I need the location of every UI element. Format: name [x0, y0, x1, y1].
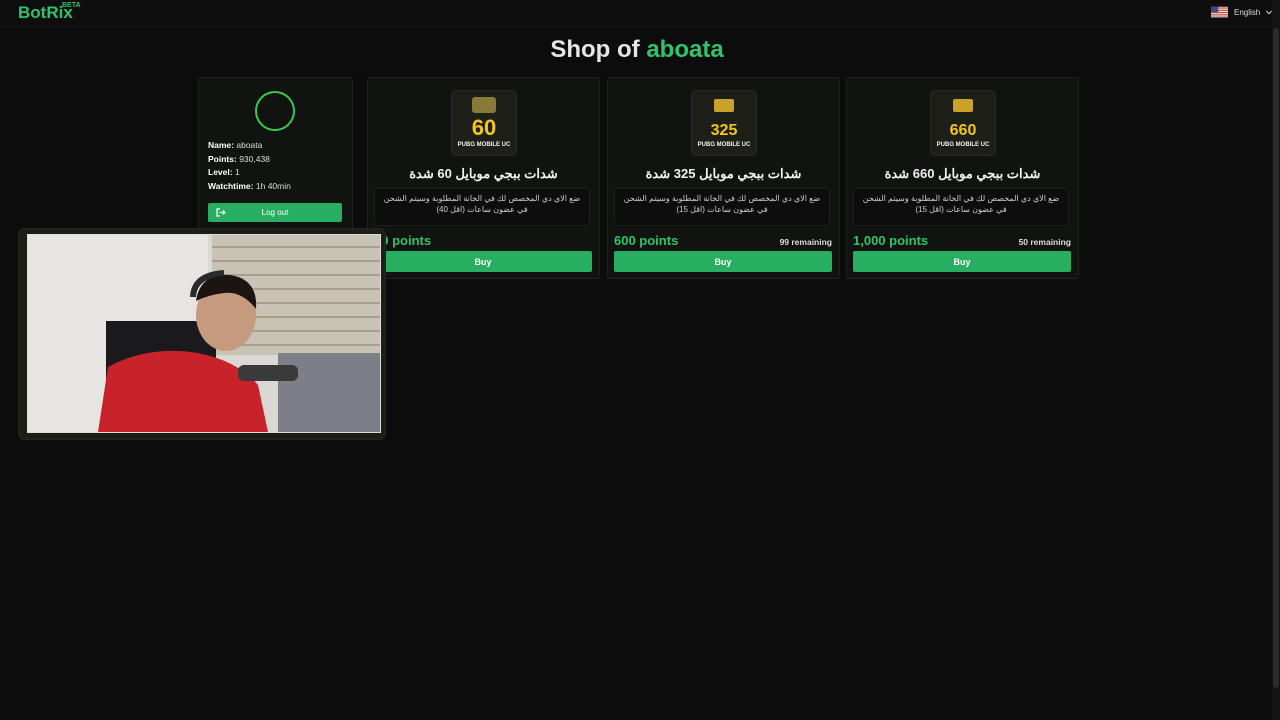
webcam-feed — [27, 234, 381, 433]
buy-button[interactable]: Buy — [853, 251, 1071, 272]
name-label: Name: — [208, 140, 234, 150]
pubg-uc-icon: 325 PUBG MOBILE UC — [692, 91, 756, 155]
shop-item-card: 60 PUBG MOBILE UC شدات ببجي موبايل 60 شد… — [367, 77, 600, 279]
buy-button[interactable]: Buy — [374, 251, 592, 272]
streamer-name: aboata — [646, 36, 724, 63]
item-price: 1,000 points — [853, 233, 929, 248]
item-remaining: 50 remaining — [1018, 237, 1071, 247]
item-description: ضع الاي دي المخصص لك في الخانة المطلوبة … — [614, 188, 830, 226]
item-price: 600 points — [614, 233, 679, 248]
item-thumbnail: 660 PUBG MOBILE UC — [930, 90, 996, 156]
watchtime-value: 1h 40min — [255, 180, 291, 191]
thumb-caption: PUBG MOBILE UC — [458, 142, 511, 148]
profile-panel: Name: aboata Points: 930,438 Level: 1 Wa… — [198, 77, 353, 231]
profile-watchtime-row: Watchtime: 1h 40min — [208, 180, 291, 194]
avatar — [255, 91, 295, 131]
language-selector[interactable]: English — [1211, 6, 1273, 18]
watchtime-label: Watchtime: — [208, 180, 254, 191]
thumb-caption: PUBG MOBILE UC — [937, 142, 990, 148]
profile-points-row: Points: 930,438 — [208, 153, 291, 167]
top-bar: BotRix BETA English — [0, 0, 1280, 27]
level-label: Level: — [208, 167, 233, 177]
logout-icon — [216, 208, 226, 217]
shop-item-card: 660 PUBG MOBILE UC شدات ببجي موبايل 660 … — [846, 77, 1079, 279]
thumb-amount: 660 — [950, 122, 977, 139]
level-value: 1 — [234, 167, 240, 177]
item-remaining: 99 remaining — [779, 237, 832, 247]
page-title: Shop of aboata — [0, 36, 1274, 64]
buy-button[interactable]: Buy — [614, 251, 832, 272]
logout-label: Log out — [261, 208, 289, 217]
item-description: ضع الاي دي المخصص لك في الخانة المطلوبة … — [853, 188, 1069, 226]
item-title: شدات ببجي موبايل 660 شدة — [884, 166, 1041, 181]
name-value: aboata — [236, 140, 263, 150]
item-thumbnail: 325 PUBG MOBILE UC — [691, 90, 757, 156]
thumb-amount: 60 — [472, 115, 496, 140]
webcam-overlay-frame — [18, 228, 386, 440]
logout-button[interactable]: Log out — [208, 203, 342, 222]
title-prefix: Shop of — [550, 36, 640, 63]
item-description: ضع الاي دي المخصص لك في الخانة المطلوبة … — [374, 188, 590, 226]
us-flag-icon — [1211, 6, 1228, 18]
scrollbar-thumb[interactable] — [1273, 28, 1279, 688]
page-scrollbar[interactable] — [1272, 0, 1280, 720]
beta-badge: BETA — [62, 2, 81, 9]
language-label: English — [1234, 7, 1261, 17]
thumb-caption: PUBG MOBILE UC — [698, 142, 751, 148]
points-value: 930,438 — [239, 153, 270, 164]
pubg-uc-icon: 660 PUBG MOBILE UC — [931, 91, 995, 155]
points-label: Points: — [208, 153, 237, 164]
profile-name-row: Name: aboata — [208, 139, 291, 153]
shop-item-card: 325 PUBG MOBILE UC شدات ببجي موبايل 325 … — [607, 77, 840, 279]
profile-level-row: Level: 1 — [208, 166, 291, 180]
item-title: شدات ببجي موبايل 60 شدة — [409, 166, 558, 181]
item-thumbnail: 60 PUBG MOBILE UC — [451, 90, 517, 156]
thumb-amount: 325 — [711, 122, 738, 139]
item-title: شدات ببجي موبايل 325 شدة — [645, 166, 802, 181]
profile-info: Name: aboata Points: 930,438 Level: 1 Wa… — [208, 139, 291, 193]
pubg-uc-icon: 60 PUBG MOBILE UC — [452, 91, 516, 155]
